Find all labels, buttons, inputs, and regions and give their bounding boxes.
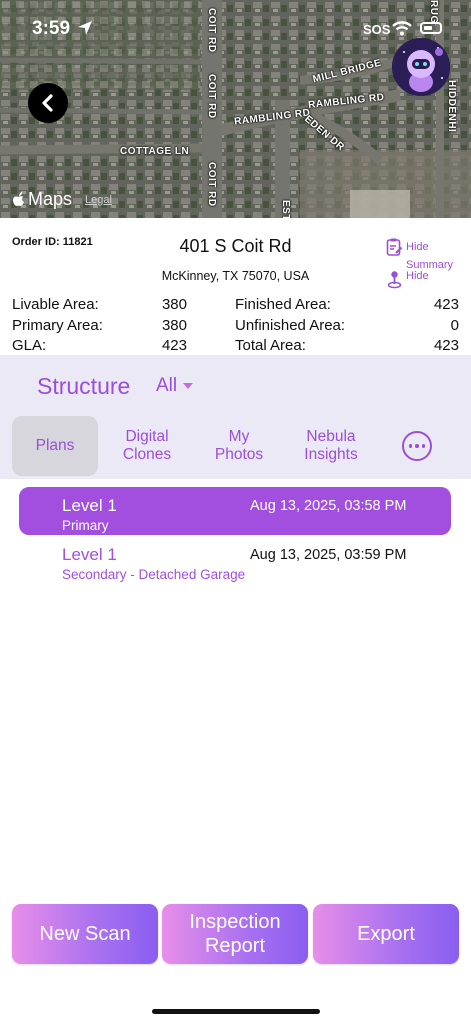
plan-type: Primary bbox=[62, 518, 109, 533]
plan-list-item[interactable]: Level 1 Secondary - Detached Garage Aug … bbox=[19, 536, 451, 584]
plan-date: Aug 13, 2025, 03:59 PM bbox=[250, 547, 407, 563]
tab-label-2: Clones bbox=[122, 446, 172, 463]
structure-label: Structure bbox=[37, 373, 131, 399]
clipboard-edit-icon bbox=[386, 238, 403, 256]
tab-digital-clones[interactable]: Digital Clones bbox=[106, 416, 188, 476]
status-time: 3:59 bbox=[32, 18, 71, 39]
stat-label: Finished Area: bbox=[235, 296, 331, 313]
tab-label: Digital bbox=[125, 428, 169, 445]
stat-primary-area: Primary Area: 380 bbox=[12, 317, 187, 338]
road-label: COIT RD bbox=[206, 162, 217, 207]
wifi-icon bbox=[392, 21, 412, 36]
stat-label: Unfinished Area: bbox=[235, 316, 346, 334]
inspection-report-label-2: Report bbox=[204, 935, 265, 957]
stat-label: Livable Area: bbox=[12, 296, 99, 313]
map-view[interactable]: COIT RD COIT RD COIT RD MILL BRIDGE RAMB… bbox=[0, 0, 471, 218]
home-indicator[interactable] bbox=[152, 1009, 320, 1014]
hide-summary-label: Hide bbox=[406, 241, 429, 253]
road-label: EST bbox=[280, 200, 291, 218]
road-label: HIDDENHI bbox=[446, 80, 457, 133]
caret-down-icon bbox=[183, 383, 194, 389]
road-label: RUG bbox=[428, 0, 439, 24]
export-button[interactable]: Export bbox=[313, 904, 459, 964]
back-button[interactable] bbox=[28, 83, 68, 123]
ellipsis-icon bbox=[415, 444, 419, 448]
apple-maps-attribution: Maps bbox=[12, 189, 72, 210]
apple-logo-icon bbox=[13, 192, 24, 206]
road-label: COIT RD bbox=[206, 8, 217, 53]
plan-level: Level 1 bbox=[62, 545, 117, 564]
area-stats-right: Finished Area: 423 Unfinished Area: 0 To… bbox=[235, 296, 459, 358]
location-arrow-icon bbox=[78, 21, 92, 35]
stat-value: 423 bbox=[433, 296, 459, 313]
plan-list-item[interactable]: Level 1 Primary Aug 13, 2025, 03:58 PM bbox=[19, 487, 451, 535]
plan-level: Level 1 bbox=[62, 496, 117, 515]
robot-avatar-icon bbox=[392, 38, 450, 96]
tab-label: Plans bbox=[35, 437, 75, 454]
hide-summary-button[interactable]: Hide Summary bbox=[386, 237, 453, 273]
chevron-left-icon bbox=[42, 94, 53, 112]
more-options-button[interactable] bbox=[402, 431, 432, 461]
maps-label: Maps bbox=[28, 189, 73, 209]
hide-location-button[interactable]: Hide bbox=[386, 270, 429, 289]
tab-nebula-insights[interactable]: Nebula Insights bbox=[290, 416, 372, 476]
road-label: COTTAGE LN bbox=[120, 146, 190, 157]
stat-unfinished-area: Unfinished Area: 0 bbox=[235, 317, 459, 338]
structure-selected-value: All bbox=[156, 375, 178, 396]
stat-value: 380 bbox=[161, 316, 187, 334]
tab-label: My bbox=[228, 428, 250, 445]
stat-label: Primary Area: bbox=[12, 316, 103, 334]
area-stats-left: Livable Area: 380 Primary Area: 380 GLA:… bbox=[12, 296, 187, 358]
road-label: COIT RD bbox=[206, 74, 217, 119]
new-scan-button[interactable]: New Scan bbox=[12, 904, 158, 964]
status-sos: SOS bbox=[363, 22, 391, 37]
assistant-avatar-button[interactable] bbox=[392, 38, 450, 96]
stat-finished-area: Finished Area: 423 bbox=[235, 296, 459, 317]
structure-dropdown[interactable]: All bbox=[156, 375, 194, 397]
hide-location-label: Hide bbox=[406, 270, 429, 282]
plan-type: Secondary - Detached Garage bbox=[62, 567, 246, 582]
ellipsis-icon bbox=[421, 444, 426, 448]
stat-value: 380 bbox=[161, 296, 187, 313]
export-label: Export bbox=[357, 923, 415, 945]
ellipsis-icon bbox=[408, 444, 413, 448]
new-scan-label: New Scan bbox=[39, 923, 131, 945]
map-pin-icon bbox=[387, 271, 402, 289]
battery-icon bbox=[420, 22, 442, 34]
tab-label: Nebula bbox=[306, 428, 356, 445]
inspection-report-label: Inspection bbox=[189, 911, 281, 933]
tab-label-2: Photos bbox=[214, 446, 264, 463]
tab-my-photos[interactable]: My Photos bbox=[198, 416, 280, 476]
stat-livable-area: Livable Area: 380 bbox=[12, 296, 187, 317]
stat-value: 0 bbox=[450, 316, 459, 334]
inspection-report-button[interactable]: Inspection Report bbox=[162, 904, 308, 964]
tab-plans[interactable]: Plans bbox=[12, 416, 98, 476]
tab-label-2: Insights bbox=[304, 446, 358, 463]
legal-link[interactable]: Legal bbox=[85, 194, 112, 206]
plan-date: Aug 13, 2025, 03:58 PM bbox=[250, 498, 407, 514]
